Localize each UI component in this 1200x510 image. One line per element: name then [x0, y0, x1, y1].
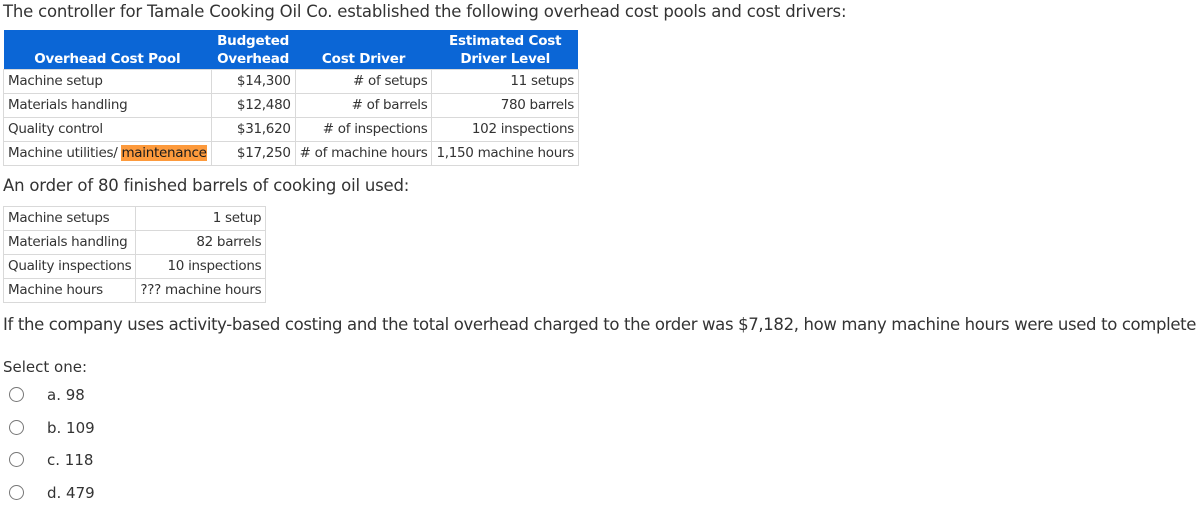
header-line: Cost Driver [321, 51, 406, 67]
header-estimated-driver-level: Estimated Cost Driver Level [431, 30, 579, 70]
pool-text: Machine utilities/ [8, 145, 122, 161]
radio-button-icon[interactable] [9, 452, 24, 467]
radio-button-icon[interactable] [9, 387, 24, 402]
problem-intro: The controller for Tamale Cooking Oil Co… [3, 2, 847, 21]
order-usage-table: Machine setups 1 setup Materials handlin… [2, 206, 267, 303]
cell-quantity: ??? machine hours [135, 278, 267, 303]
cell-overhead: $12,480 [210, 93, 296, 118]
select-one-label: Select one: [3, 358, 88, 376]
radio-button-icon[interactable] [9, 420, 24, 435]
table-row: Machine setups 1 setup [2, 206, 267, 231]
option-b[interactable]: b. 109 [0, 417, 200, 441]
cell-driver: # of barrels [294, 93, 433, 118]
option-a[interactable]: a. 98 [0, 384, 200, 408]
header-line: Overhead Cost Pool [34, 51, 181, 67]
header-line: Budgeted [217, 33, 290, 49]
cell-activity: Machine setups [2, 206, 137, 231]
table-header-row: Overhead Cost Pool Budgeted Overhead Cos… [3, 30, 579, 70]
radio-button-icon[interactable] [9, 485, 24, 500]
cell-pool: Machine setup [3, 69, 212, 94]
cell-overhead: $14,300 [210, 69, 296, 94]
cell-overhead: $31,620 [210, 117, 296, 142]
question-text: If the company uses activity-based costi… [3, 315, 1200, 334]
option-d[interactable]: d. 479 [0, 482, 200, 506]
cell-quantity: 1 setup [135, 206, 267, 231]
option-label[interactable]: c. 118 [47, 449, 93, 471]
option-label[interactable]: a. 98 [47, 384, 85, 406]
option-label[interactable]: b. 109 [47, 417, 95, 439]
header-line: Driver Level [460, 51, 551, 67]
table-row: Materials handling 82 barrels [2, 230, 267, 255]
cell-pool: Materials handling [3, 93, 212, 118]
cell-quantity: 10 inspections [135, 254, 267, 279]
cell-pool: Machine utilities/ maintenance [3, 141, 212, 166]
highlighted-word: maintenance [121, 145, 207, 161]
cell-level: 780 barrels [431, 93, 579, 118]
option-label[interactable]: d. 479 [47, 482, 95, 504]
cell-driver: # of machine hours [294, 141, 433, 166]
cell-level: 11 setups [431, 69, 579, 94]
cell-activity: Machine hours [2, 278, 137, 303]
option-c[interactable]: c. 118 [0, 449, 200, 473]
table-row: Materials handling $12,480 # of barrels … [3, 93, 579, 118]
cell-level: 1,150 machine hours [431, 141, 579, 166]
header-line: Overhead [217, 51, 290, 67]
header-line: Estimated Cost [449, 33, 562, 49]
overhead-cost-table: Overhead Cost Pool Budgeted Overhead Cos… [3, 30, 579, 166]
table-row: Machine setup $14,300 # of setups 11 set… [3, 69, 579, 94]
header-budgeted-overhead: Budgeted Overhead [211, 30, 296, 70]
table-row: Machine hours ??? machine hours [2, 278, 267, 303]
table-row: Quality control $31,620 # of inspections… [3, 117, 579, 142]
cell-activity: Materials handling [2, 230, 137, 255]
cell-activity: Quality inspections [2, 254, 137, 279]
cell-pool: Quality control [3, 117, 212, 142]
cell-level: 102 inspections [431, 117, 579, 142]
table-row: Machine utilities/ maintenance $17,250 #… [3, 141, 579, 166]
order-intro: An order of 80 finished barrels of cooki… [3, 176, 410, 195]
cell-driver: # of inspections [294, 117, 433, 142]
table-row: Quality inspections 10 inspections [2, 254, 267, 279]
header-cost-driver: Cost Driver [295, 30, 432, 70]
cell-overhead: $17,250 [210, 141, 296, 166]
cell-quantity: 82 barrels [135, 230, 267, 255]
cell-driver: # of setups [294, 69, 433, 94]
header-overhead-cost-pool: Overhead Cost Pool [3, 30, 212, 70]
